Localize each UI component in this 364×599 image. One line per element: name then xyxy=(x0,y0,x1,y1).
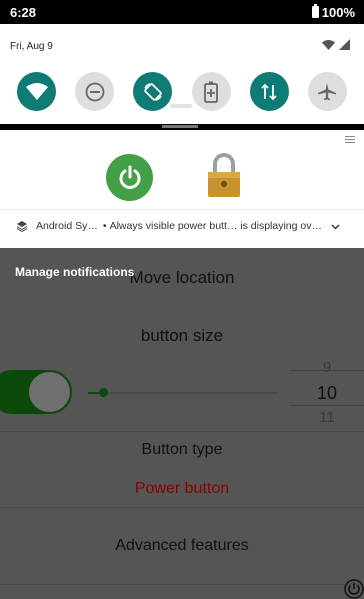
status-time: 6:28 xyxy=(10,4,37,20)
battery-icon xyxy=(311,4,319,18)
auto-rotate-icon xyxy=(144,82,162,101)
notification-message: Always visible power butt… is displaying… xyxy=(109,220,322,232)
mobile-data-tile[interactable] xyxy=(249,72,289,111)
airplane-icon xyxy=(318,82,337,100)
panel-separator-handle xyxy=(162,125,198,128)
quick-settings-panel: Fri, Aug 9 xyxy=(0,24,364,124)
wifi-signal-icon xyxy=(322,39,335,50)
size-slider-thumb[interactable] xyxy=(99,388,108,397)
divider xyxy=(0,507,364,508)
qs-date: Fri, Aug 9 xyxy=(10,41,53,52)
mobile-data-icon xyxy=(261,83,277,100)
power-button-type-value[interactable]: Power button xyxy=(0,480,364,498)
chevron-down-icon[interactable] xyxy=(331,224,340,230)
auto-rotate-tile[interactable] xyxy=(133,72,173,111)
layers-icon xyxy=(16,221,28,232)
picker-value-above[interactable]: 9 xyxy=(290,359,364,376)
do-not-disturb-icon xyxy=(85,82,105,101)
status-right: 100% xyxy=(311,4,355,20)
notification-drag-icon[interactable] xyxy=(345,136,355,145)
button-type-label: Button type xyxy=(141,441,223,458)
dnd-tile[interactable] xyxy=(75,72,115,111)
battery-saver-icon xyxy=(204,81,218,103)
divider xyxy=(0,584,364,585)
size-slider-track[interactable] xyxy=(88,392,278,394)
notification-bullet: • xyxy=(102,220,107,232)
manage-notifications-button[interactable]: Manage notifications xyxy=(15,265,134,279)
battery-saver-tile[interactable] xyxy=(191,72,231,111)
notification-app-name: Android Sy… xyxy=(36,220,98,232)
power-icon xyxy=(119,165,140,189)
wifi-tile[interactable] xyxy=(17,72,56,111)
picker-value-below[interactable]: 11 xyxy=(290,409,364,426)
divider xyxy=(0,431,364,432)
status-bar: 6:28 100% xyxy=(0,0,364,24)
size-toggle-knob[interactable] xyxy=(29,372,70,412)
advanced-features-button[interactable]: Advanced features xyxy=(0,537,364,555)
picker-value-selected[interactable]: 10 xyxy=(290,383,364,404)
battery-level: 100% xyxy=(321,4,355,20)
wifi-icon xyxy=(25,83,48,100)
notification-divider xyxy=(0,209,364,210)
airplane-mode-tile[interactable] xyxy=(307,72,347,111)
qs-signal-indicators xyxy=(322,39,350,50)
overlay-notification[interactable]: Android Sy… • Always visible power butt…… xyxy=(0,130,364,248)
button-size-label: button size xyxy=(140,326,224,345)
qs-drag-handle[interactable] xyxy=(170,104,192,108)
cell-signal-icon xyxy=(339,39,350,50)
floating-power-icon[interactable] xyxy=(344,579,364,599)
power-button-preview[interactable] xyxy=(106,154,153,201)
notification-summary[interactable]: Android Sy… • Always visible power butt…… xyxy=(16,220,342,232)
padlock-icon[interactable] xyxy=(207,152,241,198)
picker-bottom-line xyxy=(290,405,364,406)
